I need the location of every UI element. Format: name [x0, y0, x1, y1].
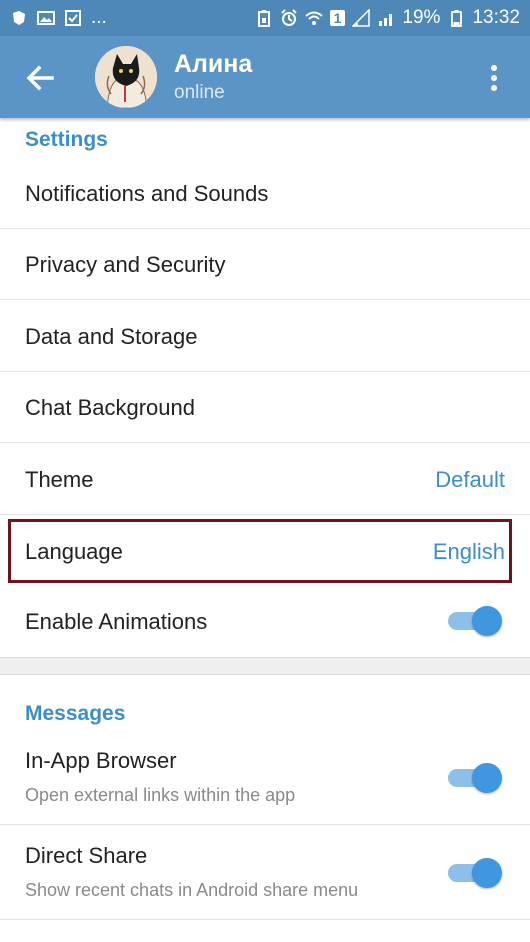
row-enable-animations[interactable]: Enable Animations	[0, 592, 530, 650]
more-notifications: ...	[91, 7, 107, 28]
sim-badge: 1	[329, 10, 346, 26]
row-label: Language	[25, 539, 123, 564]
chat-status: online	[174, 82, 225, 103]
signal-icon-1	[352, 9, 371, 27]
row-theme[interactable]: Theme Default	[0, 450, 530, 508]
app-notification-icon	[13, 11, 25, 25]
row-notifications-and-sounds[interactable]: Notifications and Sounds	[0, 166, 530, 222]
image-icon	[37, 11, 55, 25]
enable-animations-toggle[interactable]	[448, 605, 502, 636]
battery-percent: 19%	[402, 7, 441, 28]
status-left: ...	[0, 7, 107, 29]
alarm-icon	[280, 9, 297, 26]
row-label: Chat Background	[25, 395, 195, 420]
wifi-icon	[304, 11, 323, 25]
battery-icon	[451, 10, 463, 27]
row-label: Privacy and Security	[25, 252, 226, 277]
divider	[0, 824, 530, 825]
direct-share-toggle[interactable]	[448, 857, 502, 888]
row-label: Theme	[25, 467, 94, 492]
toggle-knob	[472, 858, 502, 888]
status-right: 1 19% 13:32	[255, 7, 530, 29]
row-sublabel: Open external links within the app	[25, 785, 296, 805]
row-direct-share[interactable]: Direct Share Show recent chats in Androi…	[0, 832, 530, 914]
theme-value: Default	[435, 467, 505, 492]
row-privacy-and-security[interactable]: Privacy and Security	[0, 236, 530, 292]
row-label: Data and Storage	[25, 324, 198, 349]
battery-lock-icon	[257, 10, 270, 27]
divider	[0, 919, 530, 920]
row-language[interactable]: Language English	[0, 522, 530, 580]
divider	[0, 371, 530, 372]
avatar-cat-image	[95, 46, 157, 108]
chat-settings-app-bar: Алина online	[0, 36, 530, 118]
divider	[0, 299, 530, 300]
divider	[0, 442, 530, 443]
chat-title: Алина	[174, 50, 253, 78]
row-in-app-browser[interactable]: In-App Browser Open external links withi…	[0, 738, 530, 818]
divider	[0, 514, 530, 515]
toggle-knob	[472, 763, 502, 793]
row-label: Direct Share	[25, 843, 148, 868]
in-app-browser-toggle[interactable]	[448, 762, 502, 793]
row-label: Notifications and Sounds	[25, 181, 269, 206]
clipboard-check-icon	[65, 10, 81, 26]
language-value: English	[432, 539, 505, 564]
row-label: Enable Animations	[25, 609, 208, 634]
row-label: In-App Browser	[25, 748, 177, 773]
section-gap	[0, 657, 530, 675]
row-data-and-storage[interactable]: Data and Storage	[0, 308, 530, 364]
status-bar: ... 1 19% 13:32	[0, 0, 530, 36]
row-sublabel: Show recent chats in Android share menu	[25, 880, 359, 900]
toggle-knob	[472, 606, 502, 636]
back-arrow-icon[interactable]	[22, 60, 58, 96]
more-vert-icon[interactable]	[482, 60, 506, 96]
settings-section-title: Settings	[25, 128, 108, 151]
divider	[0, 228, 530, 229]
messages-section-title: Messages	[25, 702, 126, 725]
avatar[interactable]	[95, 46, 157, 108]
signal-icon-2	[379, 14, 393, 26]
clock: 13:32	[472, 7, 520, 28]
row-chat-background[interactable]: Chat Background	[0, 380, 530, 436]
